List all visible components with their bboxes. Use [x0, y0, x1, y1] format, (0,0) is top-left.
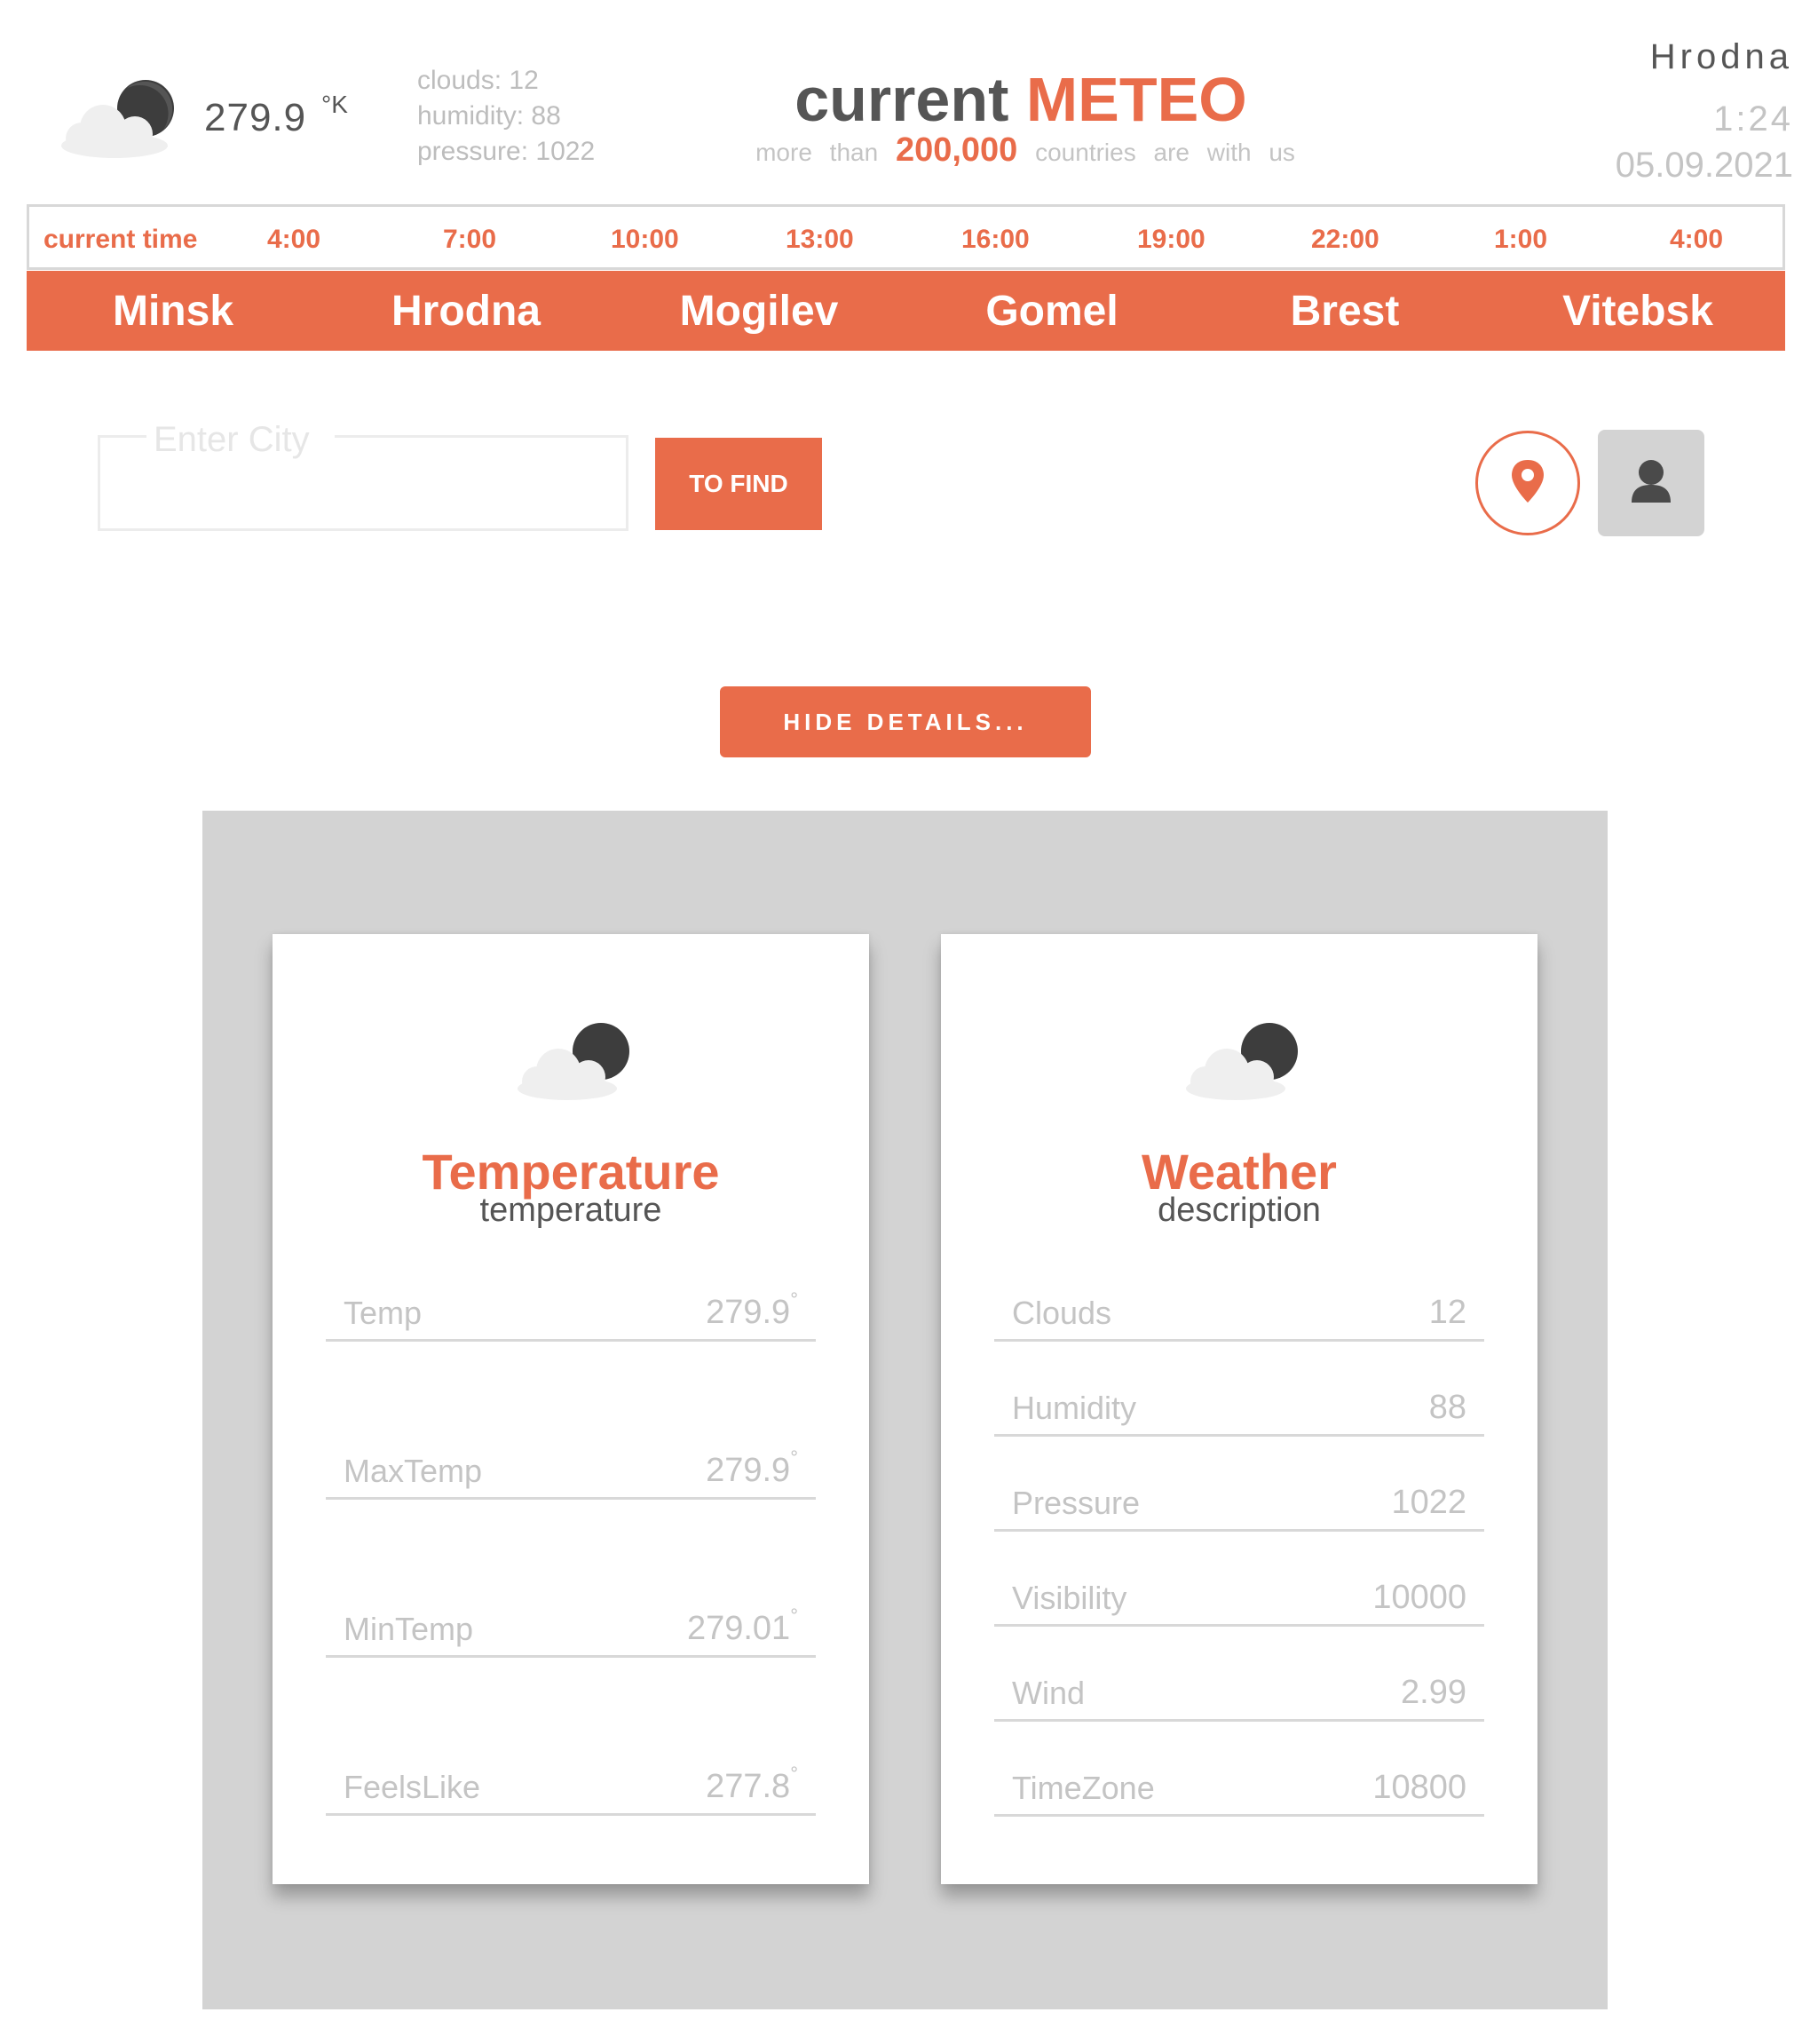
- time-slot[interactable]: 7:00: [443, 225, 496, 255]
- mintemp-row: MinTemp 279.01°: [326, 1604, 816, 1658]
- row-label: MinTemp: [344, 1611, 474, 1647]
- cloud-moon-icon: [1186, 1023, 1298, 1100]
- hide-details-button[interactable]: HIDE DETAILS...: [720, 686, 1091, 757]
- header-pressure: pressure: 1022: [417, 137, 596, 166]
- row-label: Temp: [344, 1295, 423, 1331]
- card-subtitle: temperature: [479, 1192, 662, 1229]
- row-value: 2.99: [1401, 1674, 1466, 1711]
- city-tab-hrodna[interactable]: Hrodna: [320, 287, 613, 336]
- current-date: 05.09.2021: [1615, 146, 1793, 185]
- temp-row: Temp 279.9°: [326, 1288, 816, 1342]
- city-nav: Minsk Hrodna Mogilev Gomel Brest Vitebsk: [27, 271, 1785, 351]
- tagline-pre: more than: [755, 139, 879, 166]
- time-slot[interactable]: 1:00: [1494, 225, 1547, 255]
- city-tab-minsk[interactable]: Minsk: [27, 287, 320, 336]
- time-slot[interactable]: 4:00: [267, 225, 320, 255]
- time-label-current[interactable]: current time: [43, 225, 197, 255]
- row-label: FeelsLike: [344, 1769, 481, 1805]
- header-clouds: clouds: 12: [417, 66, 539, 95]
- wind-row: Wind 2.99: [994, 1669, 1484, 1722]
- brand-meteo: METEO: [1025, 65, 1247, 134]
- temperature-unit: °K: [321, 91, 348, 118]
- humidity-row: Humidity 88: [994, 1384, 1484, 1437]
- tagline-post: countries are with us: [1035, 139, 1295, 166]
- cloud-moon-icon: [518, 1023, 629, 1100]
- row-value: 279.9°: [706, 1288, 798, 1331]
- site-logo: current METEO: [755, 64, 1287, 135]
- clouds-row: Clouds 12: [994, 1289, 1484, 1342]
- time-slot[interactable]: 4:00: [1670, 225, 1723, 255]
- row-value: 10800: [1372, 1769, 1466, 1806]
- row-value: 279.9°: [706, 1446, 798, 1489]
- user-icon: [1632, 460, 1671, 503]
- time-slot[interactable]: 13:00: [786, 225, 854, 255]
- timezone-row: TimeZone 10800: [994, 1764, 1484, 1817]
- visibility-row: Visibility 10000: [994, 1574, 1484, 1627]
- city-tab-brest[interactable]: Brest: [1198, 287, 1491, 336]
- city-tab-gomel[interactable]: Gomel: [905, 287, 1198, 336]
- row-label: Wind: [1012, 1675, 1086, 1711]
- card-subtitle: description: [1158, 1192, 1321, 1229]
- search-placeholder: Enter City: [146, 420, 335, 460]
- current-city: Hrodna: [1649, 37, 1793, 76]
- time-slot[interactable]: 16:00: [961, 225, 1030, 255]
- row-label: Pressure: [1012, 1485, 1141, 1521]
- user-button[interactable]: [1598, 430, 1704, 536]
- row-value: 10000: [1372, 1579, 1466, 1616]
- header-humidity: humidity: 88: [417, 101, 561, 131]
- time-slot[interactable]: 19:00: [1137, 225, 1205, 255]
- row-label: MaxTemp: [344, 1453, 483, 1489]
- city-tab-mogilev[interactable]: Mogilev: [613, 287, 905, 336]
- map-pin-icon: [1512, 460, 1544, 503]
- location-button[interactable]: [1475, 431, 1580, 535]
- city-search-input[interactable]: Enter City: [98, 420, 628, 531]
- forecast-time-bar: current time 4:00 7:00 10:00 13:00 16:00…: [27, 204, 1785, 270]
- current-time: 1:24: [1713, 99, 1793, 139]
- current-temperature: 279.9: [204, 96, 307, 139]
- time-slot[interactable]: 22:00: [1311, 225, 1379, 255]
- row-label: Humidity: [1012, 1390, 1137, 1426]
- row-value: 12: [1428, 1294, 1466, 1331]
- feelslike-row: FeelsLike 277.8°: [326, 1763, 816, 1816]
- row-value: 1022: [1391, 1484, 1466, 1521]
- brand-current: current: [794, 65, 1009, 134]
- cloud-moon-icon: [61, 80, 174, 158]
- row-label: TimeZone: [1012, 1770, 1155, 1806]
- row-value: 277.8°: [706, 1763, 798, 1805]
- weather-card: Weather description Clouds 12 Humidity 8…: [941, 934, 1537, 1884]
- pressure-row: Pressure 1022: [994, 1479, 1484, 1532]
- tagline-number: 200,000: [895, 131, 1018, 169]
- row-label: Visibility: [1012, 1580, 1127, 1616]
- tagline: more than 200,000 countries are with us: [746, 131, 1305, 170]
- row-value: 88: [1428, 1389, 1466, 1426]
- maxtemp-row: MaxTemp 279.9°: [326, 1446, 816, 1500]
- city-tab-vitebsk[interactable]: Vitebsk: [1491, 287, 1784, 336]
- row-label: Clouds: [1012, 1295, 1112, 1331]
- temperature-card: Temperature temperature Temp 279.9° MaxT…: [273, 934, 869, 1884]
- find-button[interactable]: TO FIND: [655, 438, 822, 530]
- row-value: 279.01°: [686, 1604, 798, 1647]
- time-slot[interactable]: 10:00: [611, 225, 679, 255]
